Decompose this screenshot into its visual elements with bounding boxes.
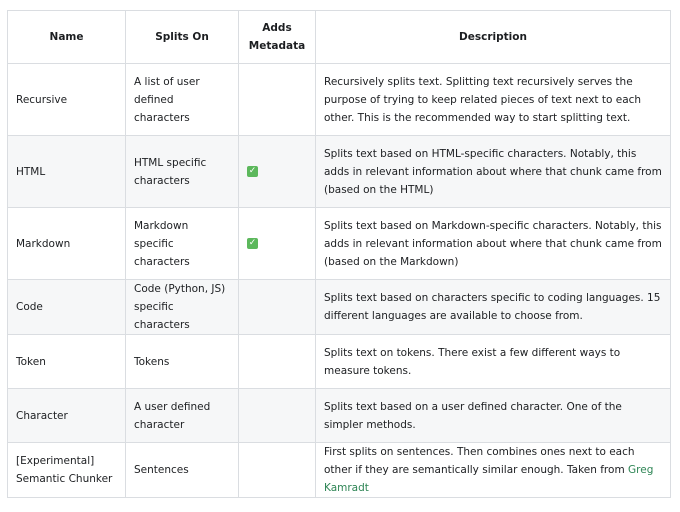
- cell-name: Markdown: [7, 207, 126, 280]
- cell-name: [Experimental] Semantic Chunker: [7, 442, 126, 498]
- cell-adds-metadata: [238, 442, 316, 498]
- cell-name: HTML: [7, 135, 126, 208]
- cell-splits-on: Sentences: [125, 442, 239, 498]
- cell-description: Splits text based on characters specific…: [315, 279, 671, 335]
- cell-adds-metadata: ✓: [238, 135, 316, 208]
- text-splitters-table: Name Splits On Adds Metadata Description…: [7, 10, 671, 498]
- table-row: HTML HTML specific characters ✓ Splits t…: [7, 135, 671, 208]
- cell-name: Character: [7, 388, 126, 443]
- table-row: Recursive A list of user defined charact…: [7, 63, 671, 136]
- table-row: Character A user defined character Split…: [7, 388, 671, 443]
- checkmark-icon: ✓: [247, 238, 258, 249]
- cell-adds-metadata: [238, 334, 316, 389]
- description-text: First splits on sentences. Then combines…: [324, 446, 635, 476]
- cell-adds-metadata: [238, 63, 316, 136]
- cell-name: Token: [7, 334, 126, 389]
- text-splitters-table-container: Name Splits On Adds Metadata Description…: [7, 10, 671, 498]
- cell-splits-on: Code (Python, JS) specific characters: [125, 279, 239, 335]
- header-description: Description: [315, 10, 671, 64]
- cell-splits-on: A user defined character: [125, 388, 239, 443]
- cell-adds-metadata: ✓: [238, 207, 316, 280]
- header-name: Name: [7, 10, 126, 64]
- table-header: Name Splits On Adds Metadata Description: [7, 10, 671, 64]
- table-row: Code Code (Python, JS) specific characte…: [7, 279, 671, 335]
- cell-adds-metadata: [238, 279, 316, 335]
- table-body: Recursive A list of user defined charact…: [7, 63, 671, 498]
- table-row: Markdown Markdown specific characters ✓ …: [7, 207, 671, 280]
- table-row: [Experimental] Semantic Chunker Sentence…: [7, 442, 671, 498]
- cell-description: Recursively splits text. Splitting text …: [315, 63, 671, 136]
- cell-description: Splits text on tokens. There exist a few…: [315, 334, 671, 389]
- cell-splits-on: Markdown specific characters: [125, 207, 239, 280]
- cell-adds-metadata: [238, 388, 316, 443]
- cell-description: First splits on sentences. Then combines…: [315, 442, 671, 498]
- cell-description: Splits text based on HTML-specific chara…: [315, 135, 671, 208]
- cell-splits-on: HTML specific characters: [125, 135, 239, 208]
- header-adds-metadata: Adds Metadata: [238, 10, 316, 64]
- cell-description: Splits text based on Markdown-specific c…: [315, 207, 671, 280]
- header-splits-on: Splits On: [125, 10, 239, 64]
- cell-description: Splits text based on a user defined char…: [315, 388, 671, 443]
- cell-name: Code: [7, 279, 126, 335]
- checkmark-icon: ✓: [247, 166, 258, 177]
- cell-splits-on: A list of user defined characters: [125, 63, 239, 136]
- cell-name: Recursive: [7, 63, 126, 136]
- header-row: Name Splits On Adds Metadata Description: [7, 10, 671, 64]
- table-row: Token Tokens Splits text on tokens. Ther…: [7, 334, 671, 389]
- cell-splits-on: Tokens: [125, 334, 239, 389]
